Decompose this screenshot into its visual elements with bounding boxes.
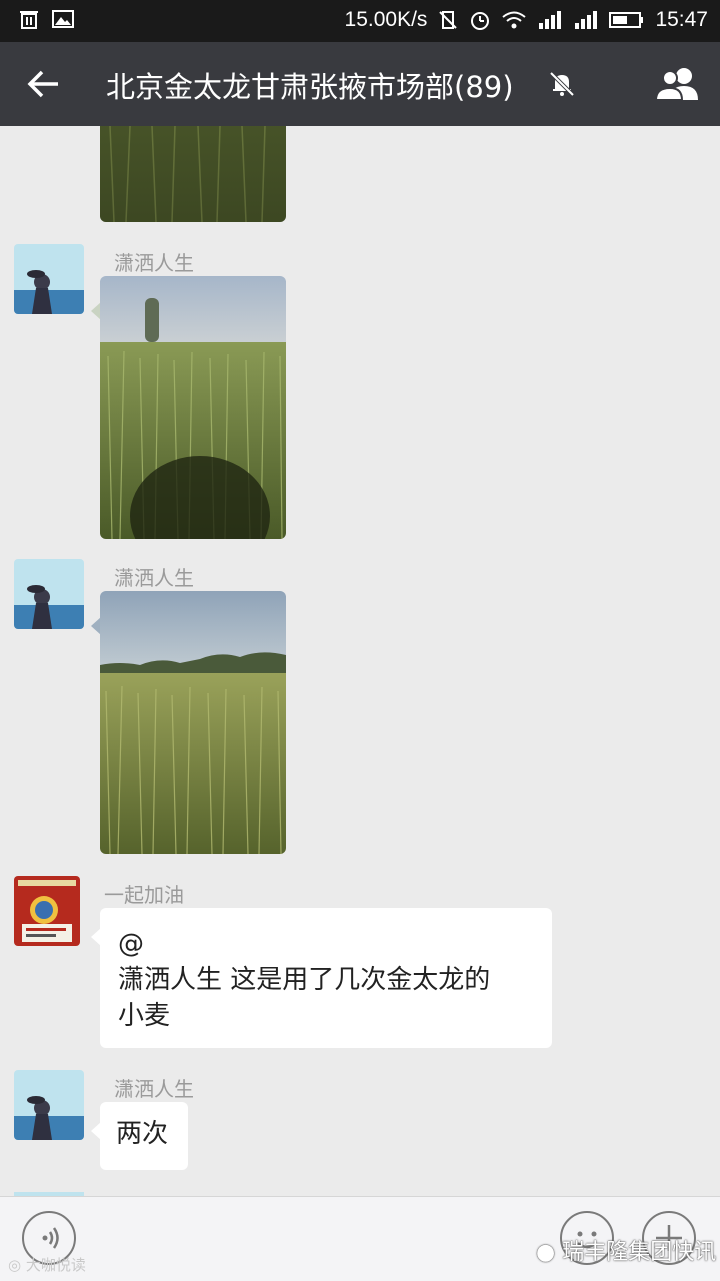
message-image-partial[interactable]: [100, 126, 286, 222]
avatar[interactable]: [14, 1070, 84, 1140]
battery-icon: [609, 12, 644, 28]
watermark-weibo-icon: ◎: [8, 1256, 26, 1274]
back-arrow-icon[interactable]: [24, 64, 64, 104]
message-text-line: @: [118, 929, 144, 959]
avatar[interactable]: [14, 876, 80, 946]
mute-bell-icon: [549, 71, 575, 97]
watermark-right: ● 瑞丰隆集团快讯: [536, 1234, 716, 1266]
watermark-wechat-icon: ●: [536, 1240, 563, 1265]
wifi-icon: [502, 11, 527, 29]
message-text-bubble[interactable]: @ 潇洒人生 这是用了几次金太龙的 小麦: [100, 908, 552, 1048]
message-image[interactable]: [100, 276, 286, 539]
message-text-line: 两次: [116, 1119, 169, 1149]
alarm-icon: [471, 12, 490, 30]
chat-title: 北京金太龙甘肃张掖市场部(89): [106, 70, 514, 104]
watermark-left: ◎ 大咖悦读: [8, 1254, 86, 1275]
status-bar: 15.00K/s 15:47: [0, 0, 720, 42]
sender-name: 一起加油: [104, 883, 184, 907]
chat-message-list[interactable]: 潇洒人生 潇洒人生 一起加油 @ 潇洒人生 这是用了几次金太龙的 小麦 潇洒人生…: [0, 126, 720, 1196]
signal-icon: [539, 11, 562, 29]
network-speed: 15.00K/s: [344, 8, 428, 31]
sender-name: 潇洒人生: [114, 566, 194, 590]
message-image[interactable]: [100, 591, 286, 854]
image-icon: [52, 10, 74, 28]
clock: 15:47: [655, 8, 708, 31]
signal-icon-2: [575, 11, 598, 29]
trash-icon: [20, 11, 38, 29]
group-members-icon[interactable]: [654, 66, 702, 102]
message-text-bubble[interactable]: 两次: [100, 1102, 188, 1170]
avatar[interactable]: [14, 559, 84, 629]
message-text-line: 潇洒人生 这是用了几次金太龙的: [118, 965, 491, 995]
watermark-right-text: 瑞丰隆集团快讯: [562, 1240, 717, 1265]
sender-name: 潇洒人生: [114, 251, 194, 275]
watermark-left-text: 大咖悦读: [25, 1256, 86, 1274]
message-text-line: 小麦: [118, 1001, 171, 1031]
chat-header: 北京金太龙甘肃张掖市场部(89): [0, 42, 720, 126]
avatar[interactable]: [14, 244, 84, 314]
vibrate-off-icon: [439, 11, 458, 29]
sender-name: 潇洒人生: [114, 1077, 194, 1101]
